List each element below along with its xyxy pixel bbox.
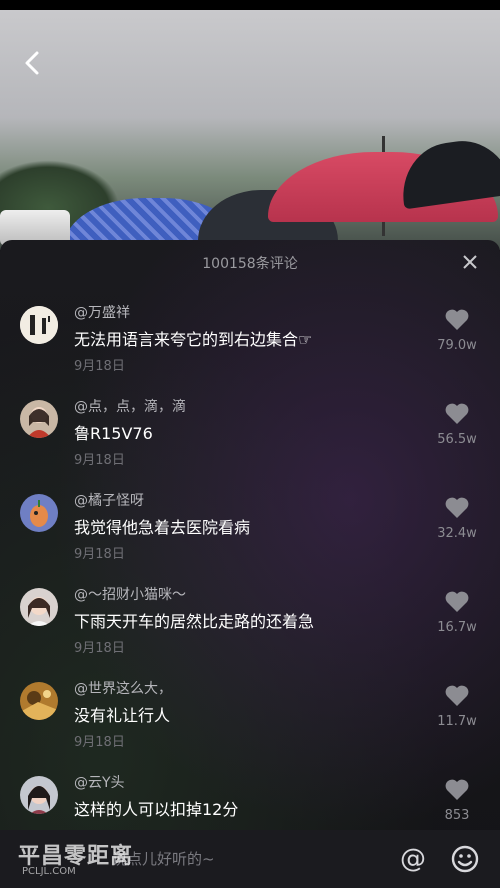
comment-item: @万盛祥 无法用语言来夸它的到右边集合☞ 9月18日 79.0w	[0, 284, 500, 378]
mention-button[interactable]: @	[398, 844, 428, 874]
emoji-button[interactable]	[450, 844, 480, 874]
avatar[interactable]	[20, 776, 58, 814]
avatar[interactable]	[20, 682, 58, 720]
close-icon	[463, 255, 477, 269]
back-button[interactable]	[18, 48, 48, 78]
comment-text: 无法用语言来夸它的到右边集合☞	[74, 330, 313, 349]
comment-input-bar: 说点儿好听的~ 平昌零距离 PCLJL.COM @	[0, 830, 500, 888]
like-button[interactable]: 32.4w	[428, 488, 486, 541]
like-count: 853	[444, 808, 470, 823]
comment-text: 这样的人可以扣掉12分	[74, 800, 239, 819]
comment-username[interactable]: @～招财小猫咪～	[74, 584, 186, 604]
heart-icon	[445, 497, 469, 518]
comment-date: 9月18日	[74, 641, 125, 656]
comment-date: 9月18日	[74, 735, 125, 750]
comment-date: 9月18日	[74, 547, 125, 562]
like-count: 32.4w	[437, 526, 477, 541]
video-player[interactable]	[0, 10, 500, 250]
like-count: 56.5w	[437, 432, 477, 447]
like-count: 79.0w	[437, 338, 477, 353]
black-umbrella	[396, 134, 500, 210]
like-button[interactable]: 16.7w	[428, 582, 486, 635]
comment-item: @～招财小猫咪～ 下雨天开车的居然比走路的还着急 9月18日 16.7w	[0, 566, 500, 660]
avatar[interactable]	[20, 494, 58, 532]
heart-icon	[445, 403, 469, 424]
comment-item: @橘子怪呀 我觉得他急着去医院看病 9月18日 32.4w	[0, 472, 500, 566]
heart-icon	[445, 685, 469, 706]
avatar[interactable]	[20, 588, 58, 626]
comment-item: @世界这么大， 没有礼让行人 9月18日 11.7w	[0, 660, 500, 754]
comments-header: 100158条评论	[0, 240, 500, 284]
avatar[interactable]	[20, 306, 58, 344]
like-button[interactable]: 56.5w	[428, 394, 486, 447]
comment-text: 下雨天开车的居然比走路的还着急	[74, 612, 315, 631]
heart-icon	[445, 591, 469, 612]
comment-text: 没有礼让行人	[74, 706, 171, 725]
comment-username[interactable]: @橘子怪呀	[74, 490, 144, 510]
comment-count: 100158条评论	[202, 256, 298, 272]
comment-text: 我觉得他急着去医院看病	[74, 518, 251, 537]
like-count: 11.7w	[437, 714, 477, 729]
smiley-icon	[451, 845, 479, 873]
close-button[interactable]	[458, 250, 482, 274]
comment-username[interactable]: @万盛祥	[74, 302, 130, 322]
like-count: 16.7w	[437, 620, 477, 635]
comment-date: 9月18日	[74, 359, 125, 374]
avatar[interactable]	[20, 400, 58, 438]
comment-item: @点，点，滴，滴 鲁R15V76 9月18日 56.5w	[0, 378, 500, 472]
chevron-left-icon	[25, 51, 39, 75]
like-button[interactable]: 79.0w	[428, 300, 486, 353]
comment-username[interactable]: @世界这么大，	[74, 678, 172, 698]
like-button[interactable]: 11.7w	[428, 676, 486, 729]
comment-username[interactable]: @点，点，滴，滴	[74, 396, 186, 416]
like-button[interactable]: 853	[428, 770, 486, 823]
heart-icon	[445, 309, 469, 330]
watermark-url: PCLJL.COM	[22, 866, 76, 877]
comment-username[interactable]: @云Y头	[74, 772, 125, 792]
comments-sheet: 100158条评论 @万盛祥 无法用语言来夸它的到右边集合☞ 9月18日 79.…	[0, 240, 500, 888]
comment-date: 9月18日	[74, 453, 125, 468]
status-bar	[0, 0, 500, 10]
comment-text: 鲁R15V76	[74, 424, 153, 443]
heart-icon	[445, 779, 469, 800]
